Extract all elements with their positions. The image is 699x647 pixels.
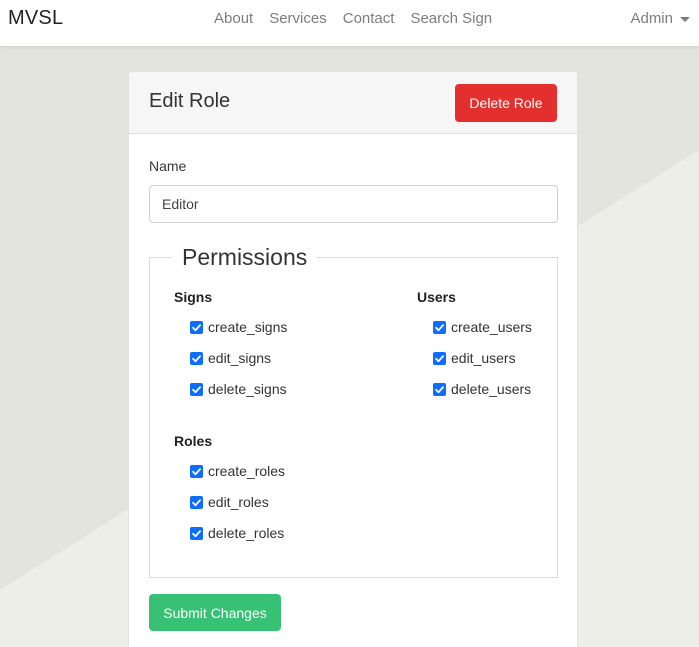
permission-edit-signs[interactable]: edit_signs (190, 350, 271, 366)
nav-link-services[interactable]: Services (269, 10, 327, 28)
group-title-signs: Signs (174, 289, 213, 305)
permission-edit-roles[interactable]: edit_roles (190, 494, 269, 510)
permission-label: delete_roles (208, 525, 285, 541)
checkbox-checked-icon[interactable] (190, 351, 203, 365)
permission-label: delete_users (451, 381, 532, 397)
checkbox-checked-icon[interactable] (433, 382, 446, 396)
permission-label: edit_signs (208, 350, 272, 366)
caret-down-icon (680, 16, 690, 22)
checkbox-checked-icon[interactable] (190, 464, 203, 478)
card-header: Edit Role Delete Role (129, 72, 577, 134)
nav-links: About Services Contact Search Sign (214, 10, 508, 28)
permission-create-signs[interactable]: create_signs (190, 319, 287, 335)
name-label: Name (149, 158, 187, 174)
name-input[interactable] (149, 185, 558, 223)
checkbox-checked-icon[interactable] (433, 351, 446, 365)
permission-create-users[interactable]: create_users (433, 319, 532, 335)
permission-delete-roles[interactable]: delete_roles (190, 525, 284, 541)
checkbox-checked-icon[interactable] (190, 382, 203, 396)
permission-edit-users[interactable]: edit_users (433, 350, 516, 366)
page-title: Edit Role (149, 90, 231, 112)
submit-changes-button[interactable]: Submit Changes (149, 594, 281, 631)
permission-create-roles[interactable]: create_roles (190, 463, 285, 479)
permission-label: create_roles (208, 463, 286, 479)
group-title-users: Users (417, 289, 456, 305)
checkbox-checked-icon[interactable] (190, 495, 203, 509)
delete-role-button[interactable]: Delete Role (455, 84, 557, 122)
checkbox-checked-icon[interactable] (190, 526, 203, 540)
permission-delete-signs[interactable]: delete_signs (190, 381, 287, 397)
permissions-legend: Permissions (182, 244, 308, 270)
top-navbar: MVSL About Services Contact Search Sign … (0, 0, 699, 46)
permission-label: create_users (451, 319, 532, 335)
user-menu-label: Admin (630, 10, 673, 27)
permission-label: delete_signs (208, 381, 287, 397)
permission-delete-users[interactable]: delete_users (433, 381, 531, 397)
permission-label: edit_roles (208, 494, 269, 510)
checkbox-checked-icon[interactable] (190, 320, 203, 334)
edit-role-card: Edit Role Delete Role Name Permissions S… (128, 71, 578, 647)
permission-label: edit_users (451, 350, 516, 366)
nav-link-search-sign[interactable]: Search Sign (410, 10, 492, 28)
nav-link-about[interactable]: About (214, 10, 253, 28)
nav-link-contact[interactable]: Contact (343, 10, 395, 28)
brand-logo[interactable]: MVSL (8, 7, 63, 30)
user-menu-dropdown[interactable]: Admin (630, 10, 690, 27)
permission-label: create_signs (208, 319, 288, 335)
checkbox-checked-icon[interactable] (433, 320, 446, 334)
group-title-roles: Roles (174, 433, 213, 449)
